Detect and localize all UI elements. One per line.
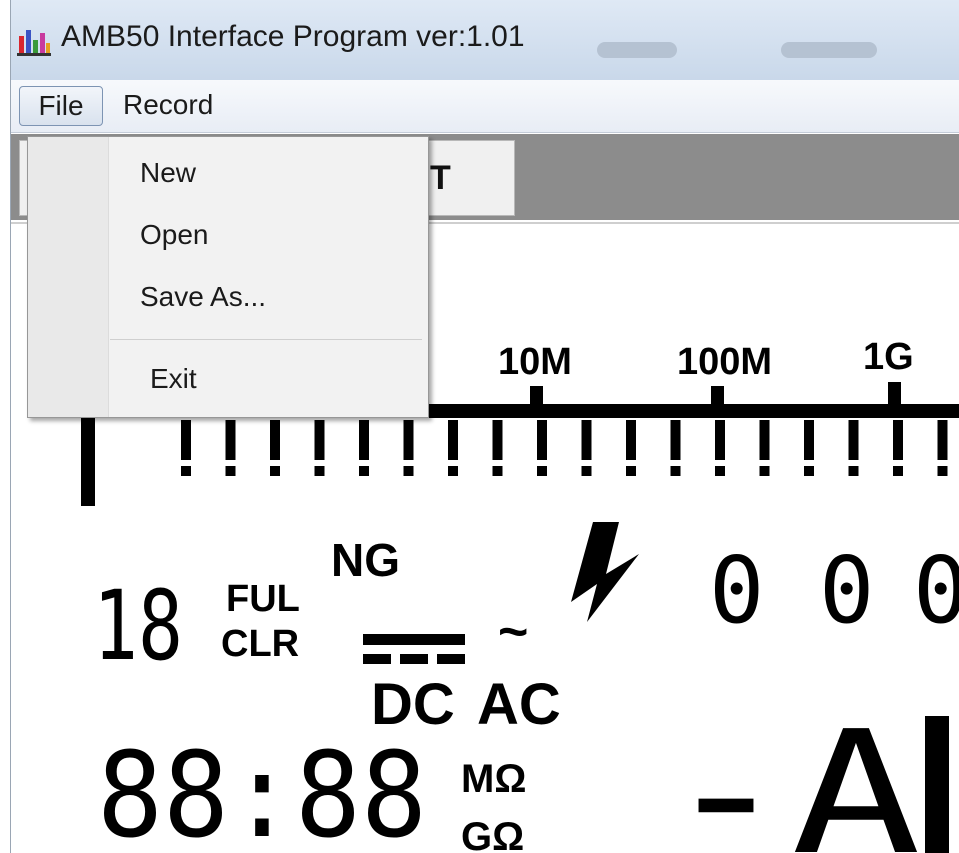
bargraph-tick [715, 420, 725, 460]
bargraph-ticks [181, 420, 948, 476]
bargraph-tick [537, 420, 547, 460]
window-control-minimize[interactable] [597, 42, 677, 58]
bargraph-tick-dot [626, 466, 636, 476]
menu-bar: File Record [11, 80, 959, 133]
menu-separator [110, 339, 422, 340]
bargraph-tick-dot [403, 466, 414, 476]
app-window: AMB50 Interface Program ver:1.01 File Re… [10, 0, 959, 853]
bargraph-tick-dot [804, 466, 814, 476]
tab-label: T [430, 159, 451, 197]
bar-chart-icon [17, 30, 51, 56]
time-display: 88:88 [97, 726, 427, 853]
menu-icon-gutter [28, 137, 109, 417]
dc-symbol-dash-2 [400, 654, 428, 664]
bargraph-tick [225, 420, 236, 460]
bargraph-tick-dot [492, 466, 503, 476]
menu-file[interactable]: File [19, 86, 103, 126]
ful-label: FUL [226, 578, 300, 620]
bargraph-tick-dot [448, 466, 458, 476]
high-voltage-icon [571, 522, 639, 622]
bargraph-tick-dot [759, 466, 770, 476]
bargraph-tick [804, 420, 814, 460]
dc-symbol-dash-1 [363, 654, 391, 664]
bargraph-tick [448, 420, 458, 460]
unit-mohm: MΩ [461, 757, 526, 801]
bargraph-tick-dot [893, 466, 903, 476]
bargraph-tick-dot [937, 466, 948, 476]
bargraph-tick-dot [359, 466, 369, 476]
scale-marker-100m [711, 386, 724, 412]
file-menu-dropdown: New Open Save As... Exit [27, 136, 429, 418]
bargraph-tick-dot [715, 466, 725, 476]
bargraph-tick [937, 420, 948, 460]
bargraph-tick [314, 420, 325, 460]
dc-symbol-bar [363, 634, 465, 645]
bargraph-tick [893, 420, 903, 460]
digit-top-1: 0 [709, 537, 764, 644]
dc-symbol-dash-3 [437, 654, 465, 664]
bargraph-tick [848, 420, 859, 460]
bargraph-tick [359, 420, 369, 460]
scale-label-1g: 1G [863, 336, 914, 378]
unit-gohm: GΩ [461, 815, 524, 853]
bargraph-tick [270, 420, 280, 460]
bargraph-tick-dot [225, 466, 236, 476]
bargraph-tick [181, 420, 191, 460]
bargraph-tick [492, 420, 503, 460]
big-readout-edge [925, 716, 949, 853]
window-control-maximize[interactable] [781, 42, 877, 58]
bargraph-tick-dot [670, 466, 681, 476]
big-readout: -A [661, 695, 921, 853]
ng-label: NG [331, 534, 400, 586]
window-title: AMB50 Interface Program ver:1.01 [61, 20, 525, 53]
bargraph-tick [759, 420, 770, 460]
menu-item-save-as[interactable]: Save As... [140, 277, 266, 317]
title-bar[interactable]: AMB50 Interface Program ver:1.01 [11, 0, 959, 80]
clr-label: CLR [221, 623, 299, 665]
bargraph-left-marker [81, 404, 95, 506]
scale-marker-1g [888, 382, 901, 412]
bargraph-tick-dot [270, 466, 280, 476]
bargraph-tick-dot [537, 466, 547, 476]
bargraph-tick-dot [314, 466, 325, 476]
digit-top-3: 0 [913, 537, 959, 644]
menu-item-exit[interactable]: Exit [150, 359, 197, 399]
menu-record[interactable]: Record [123, 86, 213, 124]
menu-item-open[interactable]: Open [140, 215, 209, 255]
bargraph-tick [626, 420, 636, 460]
ac-label: AC [477, 672, 561, 737]
bargraph-tick-dot [181, 466, 191, 476]
bargraph-tick [670, 420, 681, 460]
ac-symbol: ~ [498, 603, 528, 661]
bargraph-tick-dot [848, 466, 859, 476]
scale-marker-10m [530, 386, 543, 412]
bargraph-tick [581, 420, 592, 460]
bargraph-tick-dot [581, 466, 592, 476]
counter-left: 18 [93, 570, 183, 682]
digit-top-2: 0 [819, 537, 874, 644]
scale-label-10m: 10M [498, 341, 572, 383]
bargraph-tick [403, 420, 414, 460]
menu-item-new[interactable]: New [140, 153, 196, 193]
scale-label-100m: 100M [677, 341, 772, 383]
